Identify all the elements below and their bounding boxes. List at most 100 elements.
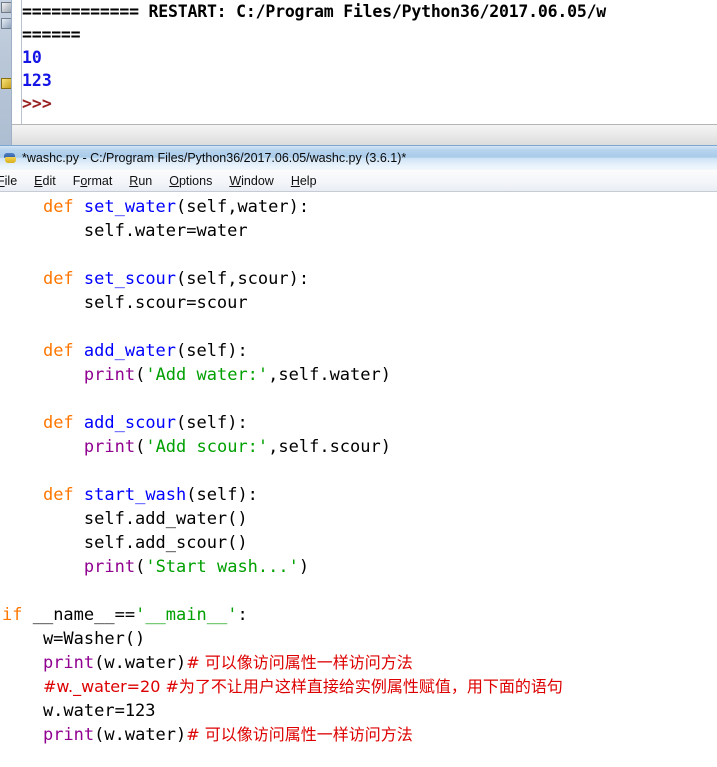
code-token: def [42,197,84,217]
code-line: print(w.water)# 可以像访问属性一样访问方法 [0,651,717,675]
code-token: print [83,365,136,385]
code-line: def add_water(self): [0,339,717,363]
code-token: def [42,485,84,505]
code-token: def [42,341,84,361]
menu-item-format[interactable]: Format [73,174,121,188]
code-line: def start_wash(self): [0,483,717,507]
code-line: self.scour=scour [0,291,717,315]
code-token: 'Add scour:' [145,437,269,457]
shell-line: >>> [22,94,52,113]
code-line: print('Start wash...') [0,555,717,579]
shell-output-area[interactable]: ============ RESTART: C:/Program Files/P… [22,0,717,124]
code-token: self.add_water() [2,509,248,529]
menu-item-window[interactable]: Window [229,174,281,188]
menu-item-run[interactable]: Run [129,174,160,188]
code-token: (self,scour): [176,269,310,289]
code-token: start_wash [83,485,187,505]
code-token: set_water [83,197,177,217]
shell-left-gutter [12,0,22,124]
code-token: (self): [186,485,258,505]
code-line: self.water=water [0,219,717,243]
code-token: ,self.scour) [268,437,391,457]
desktop-icon-two[interactable] [1,18,11,29]
shell-line: 10 [22,48,42,67]
code-token: def [42,413,84,433]
menu-item-file[interactable]: File [0,174,25,188]
desktop-icon-three[interactable] [1,78,11,89]
editor-title-bar[interactable]: *washc.py - C:/Program Files/Python36/20… [0,145,717,170]
code-token: set_scour [83,269,177,289]
code-line: print(w.water)# 可以像访问属性一样访问方法 [0,723,717,747]
code-token: w=Washer() [2,629,146,649]
menu-item-edit[interactable]: Edit [34,174,64,188]
code-token: self.add_scour() [2,533,248,553]
code-editor-area[interactable]: def set_water(self,water): self.water=wa… [0,192,717,767]
editor-menu-bar[interactable]: File Edit Format Run Options Window Help [0,170,717,192]
menu-item-help[interactable]: Help [291,174,325,188]
code-token: add_water [83,341,177,361]
desktop-background-strip [0,0,11,145]
code-token: self.water=water [2,221,248,241]
shell-line: 123 [22,71,52,90]
code-token: #w._water=20 #为了不让用户这样直接给实例属性赋值，用下面的语句 [42,677,563,696]
python-shell-window: ============ RESTART: C:/Program Files/P… [11,0,717,145]
shell-line: ============ RESTART: C:/Program Files/P… [22,2,607,21]
shell-status-bar [12,124,717,145]
code-token: ( [135,557,146,577]
code-line: def add_scour(self): [0,411,717,435]
editor-window: *washc.py - C:/Program Files/Python36/20… [0,145,717,767]
code-token: ) [298,557,310,577]
code-token: (self): [176,413,248,433]
python-idle-icon [2,150,18,166]
code-token: 'Start wash...' [145,557,299,577]
code-token: def [42,269,84,289]
code-token: : [237,605,248,625]
editor-window-title: *washc.py - C:/Program Files/Python36/20… [22,151,407,165]
code-token: (self,water): [176,197,310,217]
code-line: def set_water(self,water): [0,195,717,219]
code-line: def set_scour(self,scour): [0,267,717,291]
code-line: #w._water=20 #为了不让用户这样直接给实例属性赋值，用下面的语句 [0,675,717,699]
desktop-icon-one[interactable] [1,2,11,13]
code-token: __name__== [32,605,136,625]
code-line: w.water=123 [0,699,717,723]
code-token: print [83,557,136,577]
code-token: # 可以像访问属性一样访问方法 [186,725,413,744]
code-line: print('Add water:',self.water) [0,363,717,387]
code-line: w=Washer() [0,627,717,651]
code-token: ,self.water) [268,365,391,385]
code-token: self.scour=scour [2,293,248,313]
code-token: if [2,605,33,625]
menu-item-options[interactable]: Options [169,174,220,188]
code-token: ( [135,365,146,385]
code-token: (w.water) [94,725,187,745]
code-line: self.add_scour() [0,531,717,555]
code-line: self.add_water() [0,507,717,531]
shell-line: ====== [22,25,81,44]
code-token: ( [135,437,146,457]
code-token: 'Add water:' [145,365,269,385]
code-token: (w.water) [94,653,187,673]
code-token: # 可以像访问属性一样访问方法 [186,653,413,672]
code-token: add_scour [83,413,177,433]
code-line: print('Add scour:',self.scour) [0,435,717,459]
code-token: print [42,725,95,745]
code-token: print [42,653,95,673]
screen: ============ RESTART: C:/Program Files/P… [0,0,717,767]
code-token: w.water=123 [2,701,156,721]
